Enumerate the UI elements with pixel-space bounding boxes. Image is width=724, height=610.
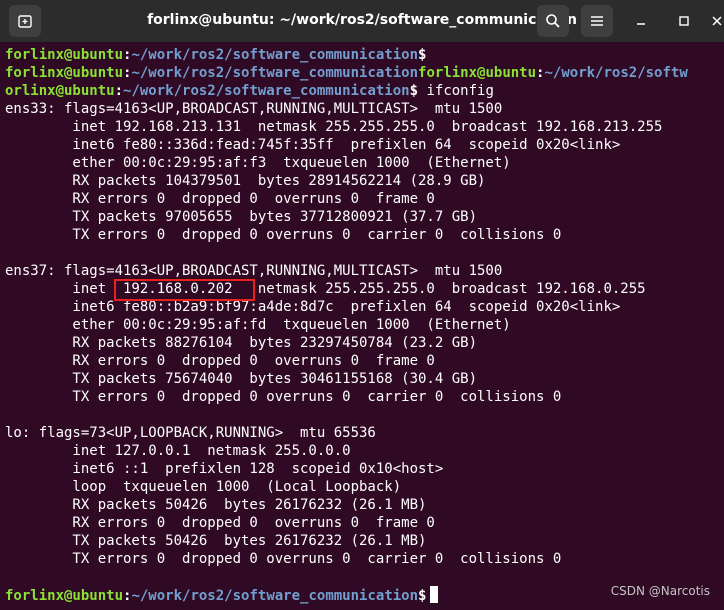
output-line: inet6 fe80::b2a9:bf97:a4de:8d7c prefixle… bbox=[5, 299, 621, 315]
minimize-button[interactable] bbox=[632, 12, 650, 30]
output-line: inet6 ::1 prefixlen 128 scopeid 0x10<hos… bbox=[5, 461, 444, 477]
prompt-path: ~/work/ros2/softw bbox=[544, 65, 688, 81]
ip-highlight-box bbox=[114, 279, 255, 301]
window-title: forlinx@ubuntu: ~/work/ros2/software_com… bbox=[147, 12, 577, 28]
prompt-path: ~/work/ros2/software_communication bbox=[123, 83, 410, 99]
prompt-user: orlinx@ubuntu bbox=[5, 83, 115, 99]
output-line: ether 00:0c:29:95:af:fd txqueuelen 1000 … bbox=[5, 317, 511, 333]
output-line: TX errors 0 dropped 0 overruns 0 carrier… bbox=[5, 227, 562, 243]
output-line: RX packets 88276104 bytes 23297450784 (2… bbox=[5, 335, 478, 351]
prompt-line: forlinx@ubuntu:~/work/ros2/software_comm… bbox=[5, 46, 724, 64]
output-line: TX errors 0 dropped 0 overruns 0 carrier… bbox=[5, 389, 562, 405]
menu-button[interactable] bbox=[581, 5, 613, 37]
terminal-output[interactable]: forlinx@ubuntu:~/work/ros2/software_comm… bbox=[5, 46, 724, 610]
command-text: ifconfig bbox=[418, 83, 494, 99]
prompt-line: forlinx@ubuntu:~/work/ros2/software_comm… bbox=[5, 64, 724, 82]
output-line: ens37: flags=4163<UP,BROADCAST,RUNNING,M… bbox=[5, 263, 503, 279]
output-line: ether 00:0c:29:95:af:f3 txqueuelen 1000 … bbox=[5, 155, 511, 171]
watermark: CSDN @Narcotis bbox=[610, 584, 710, 598]
maximize-button[interactable] bbox=[675, 12, 693, 30]
prompt-path: ~/work/ros2/software_communication bbox=[131, 588, 419, 604]
prompt-path: ~/work/ros2/software_communication bbox=[131, 65, 419, 81]
close-button[interactable] bbox=[708, 12, 724, 30]
prompt-path: ~/work/ros2/software_communication bbox=[131, 47, 419, 63]
search-button[interactable] bbox=[537, 5, 569, 37]
prompt-user: forlinx@ubuntu bbox=[418, 65, 537, 81]
output-line: inet 127.0.0.1 netmask 255.0.0.0 bbox=[5, 443, 351, 459]
output-line: TX packets 50426 bytes 26176232 (26.1 MB… bbox=[5, 533, 427, 549]
search-icon bbox=[546, 14, 560, 28]
hamburger-menu-icon bbox=[591, 16, 603, 26]
output-line: RX errors 0 dropped 0 overruns 0 frame 0 bbox=[5, 191, 435, 207]
prompt-user: forlinx@ubuntu bbox=[5, 588, 124, 604]
prompt-dollar: $ bbox=[418, 47, 427, 63]
output-line: inet 192.168.213.131 netmask 255.255.255… bbox=[5, 119, 663, 135]
output-line: TX packets 97005655 bytes 37712800921 (3… bbox=[5, 209, 478, 225]
text-cursor bbox=[430, 586, 439, 603]
prompt-dollar: $ bbox=[409, 83, 419, 99]
output-line: inet6 fe80::336d:fead:745f:35ff prefixle… bbox=[5, 137, 621, 153]
maximize-icon bbox=[679, 16, 689, 26]
output-line: RX packets 50426 bytes 26176232 (26.1 MB… bbox=[5, 497, 427, 513]
minimize-icon bbox=[637, 23, 645, 25]
output-line: RX packets 104379501 bytes 28914562214 (… bbox=[5, 173, 486, 189]
prompt-user: forlinx@ubuntu bbox=[5, 65, 124, 81]
output-line: loop txqueuelen 1000 (Local Loopback) bbox=[5, 479, 402, 495]
output-line: RX errors 0 dropped 0 overruns 0 frame 0 bbox=[5, 353, 435, 369]
output-line: lo: flags=73<UP,LOOPBACK,RUNNING> mtu 65… bbox=[5, 425, 376, 441]
title-bar[interactable]: forlinx@ubuntu: ~/work/ros2/software_com… bbox=[0, 0, 724, 42]
output-line: RX errors 0 dropped 0 overruns 0 frame 0 bbox=[5, 515, 435, 531]
prompt-dollar: $ bbox=[418, 588, 427, 604]
close-icon bbox=[712, 16, 722, 26]
terminal-window: forlinx@ubuntu: ~/work/ros2/software_com… bbox=[0, 0, 724, 610]
output-line: TX packets 75674040 bytes 30461155168 (3… bbox=[5, 371, 478, 387]
command-line: orlinx@ubuntu:~/work/ros2/software_commu… bbox=[5, 82, 724, 100]
prompt-user: forlinx@ubuntu bbox=[5, 47, 124, 63]
output-line: TX errors 0 dropped 0 overruns 0 carrier… bbox=[5, 551, 562, 567]
output-line: ens33: flags=4163<UP,BROADCAST,RUNNING,M… bbox=[5, 101, 503, 117]
prompt-separator: : bbox=[114, 83, 124, 99]
output-line: inet 192.168.0.202 netmask 255.255.255.0… bbox=[5, 281, 646, 297]
